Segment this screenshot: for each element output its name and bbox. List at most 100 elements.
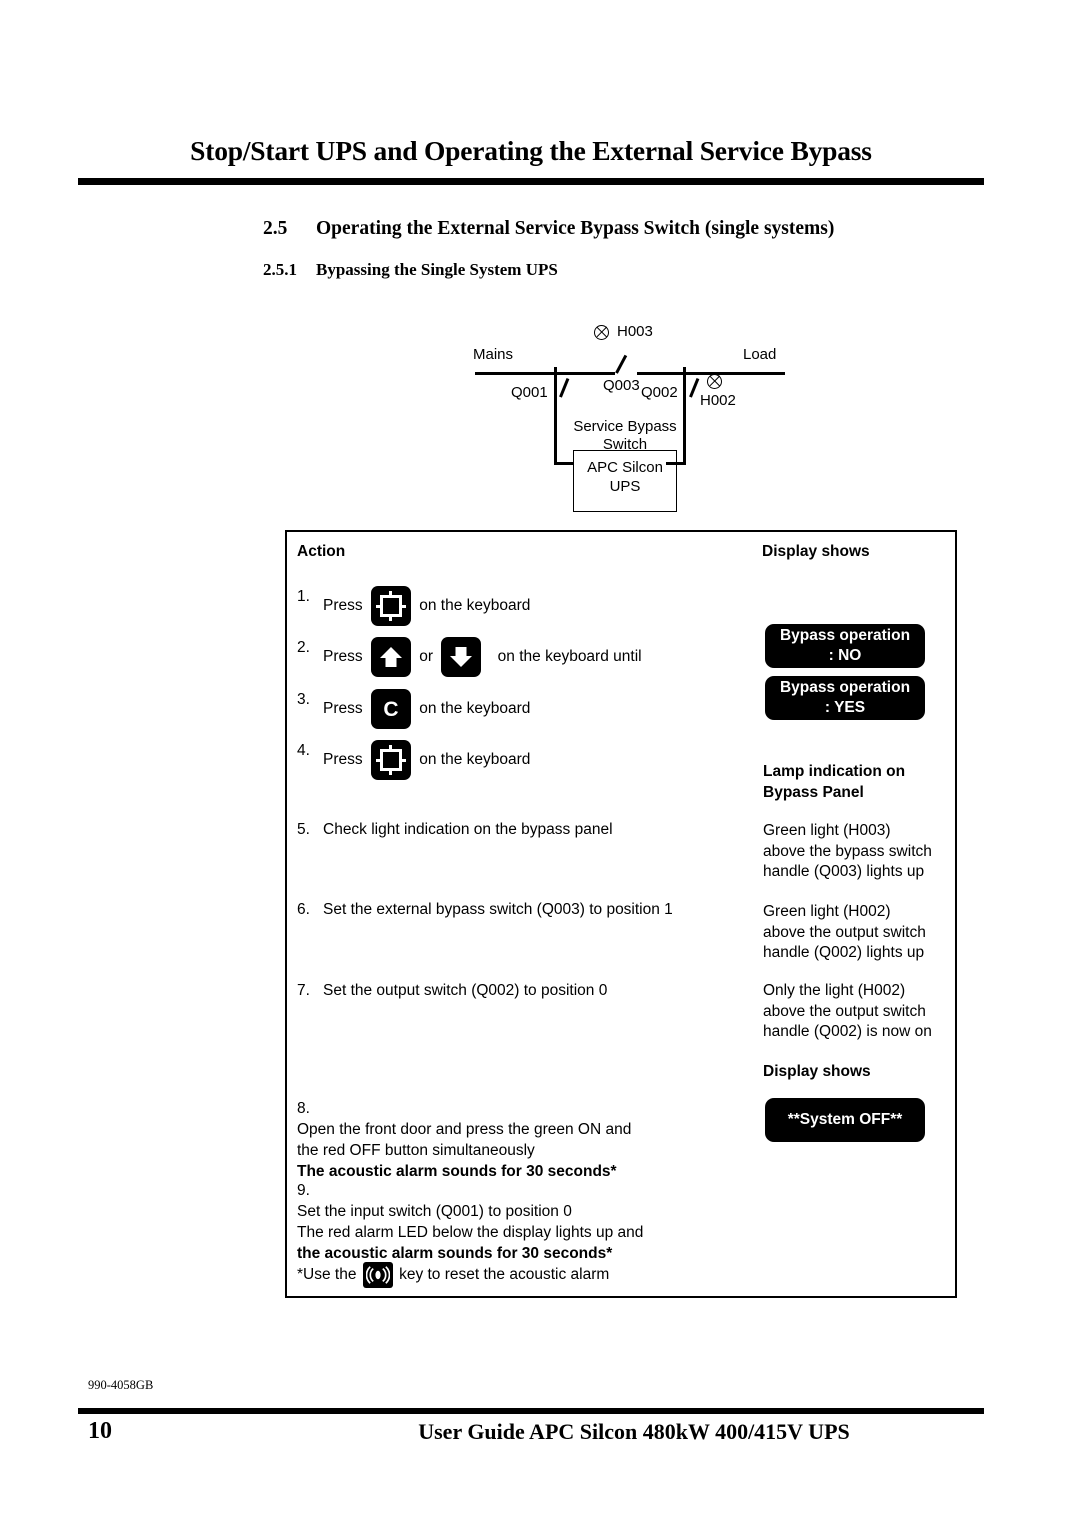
q003-label: Q003 <box>603 377 640 394</box>
c-key-icon[interactable]: C <box>370 689 411 729</box>
step-8-line-1: Open the front door and press the green … <box>297 1121 632 1138</box>
document-page: Stop/Start UPS and Operating the Externa… <box>0 0 1080 1528</box>
step-5: 5. Check light indication on the bypass … <box>297 819 757 840</box>
lamp-h003-label: H003 <box>617 323 653 340</box>
step-1-post-label: on the keyboard <box>419 597 531 615</box>
step-9-body: Set the input switch (Q001) to position … <box>297 1201 767 1264</box>
lamp-indication-heading: Lamp indication on Bypass Panel <box>763 763 906 801</box>
step-2-post-label: on the keyboard until <box>497 648 642 666</box>
step-3-press-label: Press <box>323 700 363 718</box>
up-arrow-key-icon[interactable] <box>370 637 411 677</box>
step-8-body: Open the front door and press the green … <box>297 1119 757 1182</box>
lcd-bypass-yes: Bypass operation : YES <box>765 676 925 720</box>
page-title: Stop/Start UPS and Operating the Externa… <box>190 135 872 166</box>
wire-q002-down <box>683 396 686 465</box>
step-3-number: 3. <box>297 691 310 708</box>
circuit-diagram: H003 Mains Load Q003 Q001 Q002 H002 Serv… <box>455 322 815 517</box>
step-9-alarm-note: the acoustic alarm sounds for 30 seconds… <box>297 1245 613 1262</box>
ups-box: APC Silcon UPS <box>573 450 677 512</box>
subsection-heading: Bypassing the Single System UPS <box>316 260 558 279</box>
q001-label: Q001 <box>511 384 548 401</box>
step-9: 9. Set the input switch (Q001) to positi… <box>297 1180 767 1264</box>
step-7-number: 7. <box>297 982 310 999</box>
lcd-bypass-yes-line1: Bypass operation <box>779 679 911 696</box>
node-q001-stub <box>554 367 557 397</box>
switch-arm-q003 <box>615 354 627 374</box>
footnote-pre-label: *Use the <box>297 1266 357 1284</box>
step-3-post-label: on the keyboard <box>419 700 531 718</box>
lcd-bypass-no-line2: : NO <box>828 647 862 664</box>
display-shows-heading-2: Display shows <box>763 1063 871 1080</box>
switch-arm-q001 <box>559 377 569 398</box>
step-5-result: Green light (H003) above the bypass swit… <box>763 822 932 880</box>
step-5-number: 5. <box>297 821 310 838</box>
step-1: 1. Press on the keyboard <box>297 586 747 626</box>
step-9-number: 9. <box>297 1182 310 1199</box>
step-4: 4. Press on the keyboard <box>297 740 747 780</box>
footer-divider <box>78 1408 984 1414</box>
step-9-line-2: The red alarm LED below the display ligh… <box>297 1224 644 1241</box>
step-2-body: Press or on the keyboard until <box>323 637 642 677</box>
section-heading: Operating the External Service Bypass Sw… <box>316 218 835 239</box>
step-6-text: Set the external bypass switch (Q003) to… <box>323 901 673 918</box>
lamp-h003-symbol <box>594 325 609 340</box>
c-key-letter: C <box>383 697 399 721</box>
h002-label: H002 <box>700 392 736 409</box>
step-2-number: 2. <box>297 639 310 656</box>
load-label: Load <box>743 346 777 363</box>
page-number: 10 <box>88 1418 112 1444</box>
step-7-text: Set the output switch (Q002) to position… <box>323 982 608 999</box>
step-2-press-label: Press <box>323 648 363 666</box>
step-3: 3. Press C on the keyboard <box>297 689 747 729</box>
lcd-bypass-no-line1: Bypass operation <box>779 627 911 644</box>
footer-guide-title: User Guide APC Silcon 480kW 400/415V UPS <box>418 1419 850 1444</box>
step-3-body: Press C on the keyboard <box>323 689 531 729</box>
step-8: 8. Open the front door and press the gre… <box>297 1098 757 1182</box>
down-arrow-key-icon[interactable] <box>441 637 482 677</box>
step-1-body: Press on the keyboard <box>323 586 531 626</box>
step-2: 2. Press or on the keyboard until <box>297 637 757 677</box>
step-6-result: Green light (H002) above the output swit… <box>763 903 926 961</box>
lamp-h002-symbol <box>707 374 722 389</box>
mains-label: Mains <box>473 346 514 363</box>
step-2-or-label: or <box>419 648 434 666</box>
q002-label: Q002 <box>641 384 678 401</box>
lcd-bypass-no: Bypass operation : NO <box>765 624 925 668</box>
column-header-action: Action <box>297 543 346 560</box>
step-7: 7. Set the output switch (Q002) to posit… <box>297 980 757 1001</box>
footnote-post-label: key to reset the acoustic alarm <box>399 1266 610 1284</box>
wire-mains-bus <box>475 372 615 375</box>
service-bypass-label: Service Bypass <box>573 418 677 435</box>
step-8-number: 8. <box>297 1100 310 1117</box>
document-code: 990-4058GB <box>88 1378 154 1392</box>
wire-q001-to-ups <box>554 462 574 465</box>
lcd-system-off-text: **System OFF** <box>787 1111 903 1128</box>
lcd-bypass-yes-line2: : YES <box>824 699 866 716</box>
switch-arm-q002 <box>689 377 699 398</box>
subsection-number: 2.5.1 <box>263 260 297 279</box>
title-divider <box>78 178 984 185</box>
ups-box-line2: UPS <box>609 477 641 495</box>
step-7-result: Only the light (H002) above the output s… <box>763 982 932 1040</box>
alarm-key-icon[interactable] <box>362 1262 393 1288</box>
ups-box-line1: APC Silcon <box>587 459 663 476</box>
frame-key-icon[interactable] <box>370 586 411 626</box>
node-q002-stub <box>683 367 686 397</box>
footnote: *Use the key to reset the acoustic alarm <box>297 1262 777 1288</box>
frame-key-icon-2[interactable] <box>370 740 411 780</box>
step-8-alarm-note: The acoustic alarm sounds for 30 seconds… <box>297 1163 617 1180</box>
step-4-body: Press on the keyboard <box>323 740 531 780</box>
step-5-text: Check light indication on the bypass pan… <box>323 821 613 838</box>
step-4-post-label: on the keyboard <box>419 751 531 769</box>
step-6-number: 6. <box>297 901 310 918</box>
lcd-system-off: **System OFF** <box>765 1098 925 1142</box>
step-6: 6. Set the external bypass switch (Q003)… <box>297 899 767 920</box>
step-1-number: 1. <box>297 588 310 605</box>
step-4-number: 4. <box>297 742 310 759</box>
step-9-line-1: Set the input switch (Q001) to position … <box>297 1203 572 1220</box>
step-8-line-2: the red OFF button simultaneously <box>297 1142 535 1159</box>
step-4-press-label: Press <box>323 751 363 769</box>
wire-q001-down <box>554 396 557 465</box>
section-number: 2.5 <box>263 218 288 239</box>
column-header-display: Display shows <box>762 543 870 560</box>
